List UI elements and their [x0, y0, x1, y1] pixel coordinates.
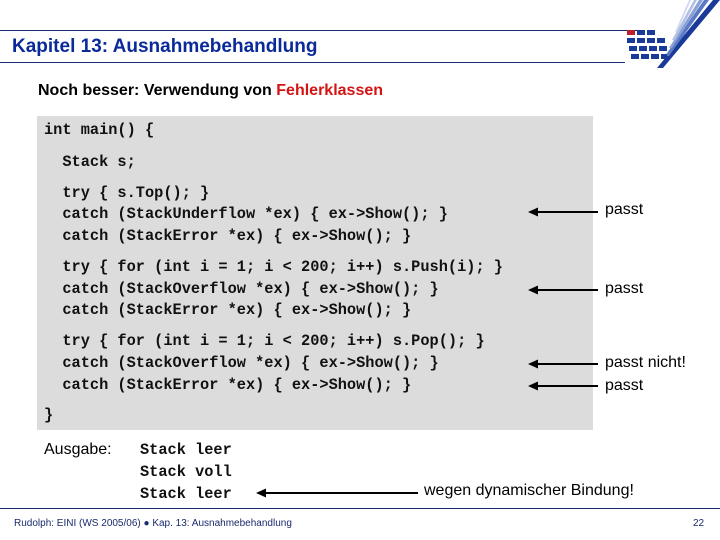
- footer-text: Rudolph: EINI (WS 2005/06) ● Kap. 13: Au…: [14, 518, 292, 529]
- arrow-left-icon: [528, 285, 598, 295]
- annotation-passt: passt: [605, 280, 644, 297]
- arrow-left-icon: [256, 488, 418, 498]
- arrow-left-icon: [528, 359, 598, 369]
- code-line: try { for (int i = 1; i < 200; i++) s.Po…: [44, 332, 485, 350]
- output-line: Stack voll: [140, 463, 232, 481]
- code-line: try { for (int i = 1; i < 200; i++) s.Pu…: [44, 258, 503, 276]
- output-line: Stack leer: [140, 485, 232, 503]
- code-line: try { s.Top(); }: [44, 184, 210, 202]
- annotation-passt-nicht: passt nicht!: [605, 354, 686, 371]
- slide-subtitle: Noch besser: Verwendung von Fehlerklasse…: [38, 82, 383, 100]
- arrow-left-icon: [528, 207, 598, 217]
- footer-rule: [0, 508, 720, 509]
- page-number: 22: [693, 518, 705, 529]
- code-line: }: [44, 406, 54, 424]
- code-line: catch (StackError *ex) { ex->Show(); }: [44, 227, 412, 245]
- code-line: catch (StackError *ex) { ex->Show(); }: [44, 376, 412, 394]
- code-line: catch (StackOverflow *ex) { ex->Show(); …: [44, 280, 439, 298]
- code-line: Stack s;: [44, 153, 136, 171]
- header-bottom-rule: [0, 62, 625, 63]
- annotation-passt: passt: [605, 377, 644, 394]
- annotation-passt: passt: [605, 201, 644, 218]
- output-note: wegen dynamischer Bindung!: [424, 482, 634, 499]
- subtitle-text: Noch besser: Verwendung von: [38, 82, 277, 99]
- code-line: int main() {: [44, 121, 155, 139]
- university-logo-icon: [627, 0, 720, 68]
- output-line: Stack leer: [140, 441, 232, 459]
- output-label: Ausgabe:: [44, 441, 112, 458]
- code-line: catch (StackOverflow *ex) { ex->Show(); …: [44, 354, 439, 372]
- code-line: catch (StackError *ex) { ex->Show(); }: [44, 301, 412, 319]
- slide-title: Kapitel 13: Ausnahmebehandlung: [12, 36, 318, 57]
- subtitle-highlight: Fehlerklassen: [276, 82, 384, 99]
- code-line: catch (StackUnderflow *ex) { ex->Show();…: [44, 205, 448, 223]
- header-top-rule: [0, 30, 640, 31]
- arrow-left-icon: [528, 381, 598, 391]
